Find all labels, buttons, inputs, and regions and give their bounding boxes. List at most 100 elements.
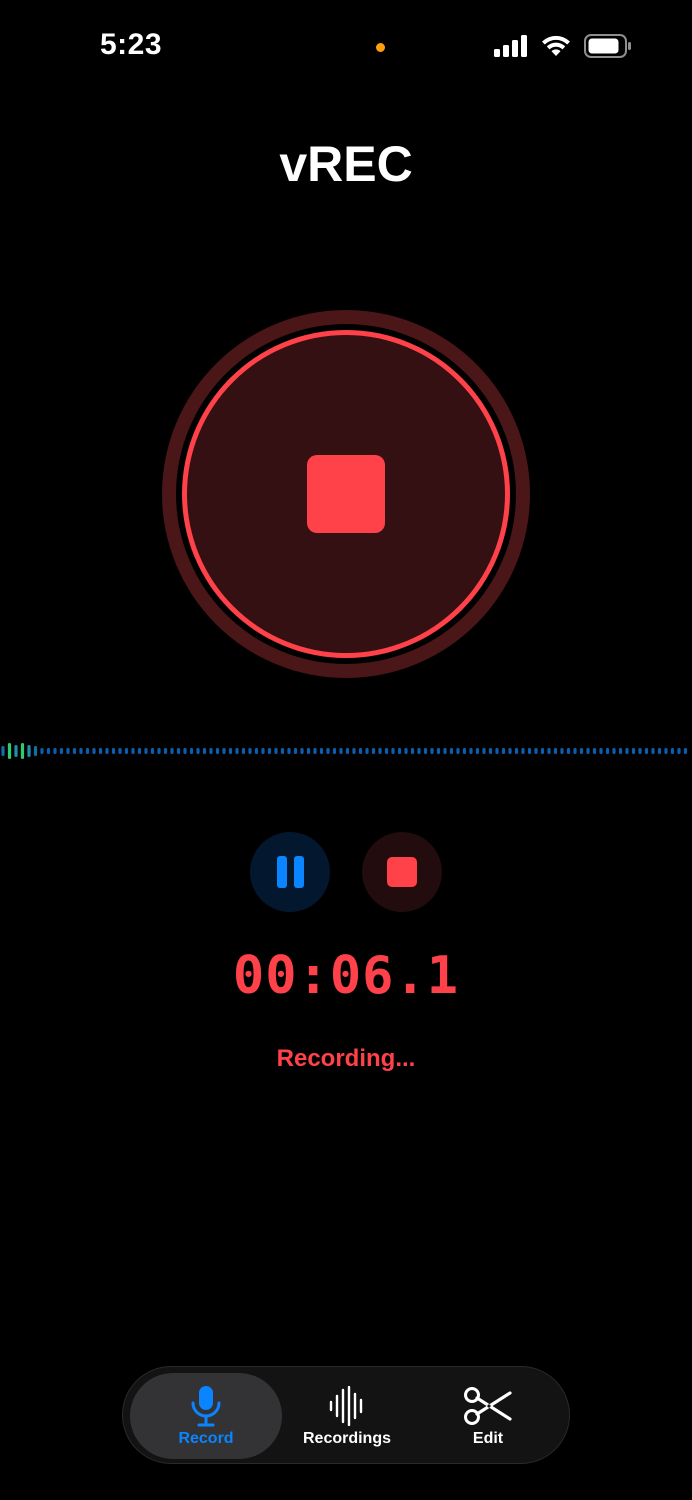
waveform-bar	[66, 748, 70, 754]
waveform-bar	[20, 743, 25, 759]
waveform-bar	[183, 748, 187, 754]
status-icons	[494, 34, 632, 63]
waveform-bar	[436, 748, 441, 754]
waveform-bar	[501, 748, 506, 754]
waveform-bar	[612, 748, 616, 754]
waveform-bar	[553, 748, 558, 754]
elapsed-timer: 00:06.1	[232, 946, 460, 1006]
waveform-bar	[280, 748, 285, 754]
waveform-bar	[209, 748, 213, 754]
waveform-bar	[508, 748, 512, 754]
tab-recordings[interactable]: Recordings	[271, 1373, 423, 1459]
waveform-bar	[462, 748, 467, 754]
stop-button[interactable]	[362, 832, 442, 912]
waveform-bar	[456, 748, 460, 754]
waveform-bar	[443, 748, 447, 754]
status-bar: 5:23	[0, 0, 692, 95]
recording-status-text: Recording...	[276, 1045, 416, 1072]
waveform-bar	[53, 748, 57, 754]
waveform-bar	[482, 748, 486, 754]
tab-record[interactable]: Record	[130, 1373, 282, 1459]
waveform-bar	[631, 748, 636, 754]
waveform-bar	[514, 748, 519, 754]
waveform-bar	[300, 748, 304, 754]
record-button-gap	[176, 324, 516, 664]
waveform-bar	[664, 748, 668, 754]
waveform-bar	[527, 748, 532, 754]
cellular-signal-icon	[494, 35, 528, 62]
waveform-bar	[40, 748, 44, 754]
waveform-bar	[391, 748, 395, 754]
waveform-bar	[111, 748, 116, 754]
waveform-bar	[644, 748, 649, 754]
tab-label-record: Record	[178, 1430, 234, 1447]
waveform-bar	[248, 748, 252, 754]
waveform-bar	[365, 748, 369, 754]
waveform-bar	[144, 748, 148, 754]
waveform-bar	[85, 748, 90, 754]
record-button-ring	[182, 330, 510, 658]
waveform-bar	[566, 748, 571, 754]
waveform-bar	[410, 748, 415, 754]
waveform-bar	[105, 748, 109, 754]
waveform-bar	[449, 748, 454, 754]
waveform-bar	[14, 745, 18, 757]
waveform-bar	[475, 748, 480, 754]
waveform-bar	[59, 748, 64, 754]
waveform-bar	[339, 748, 343, 754]
waveform-bar	[404, 748, 408, 754]
pause-button[interactable]	[250, 832, 330, 912]
waveform-bar	[313, 748, 317, 754]
waveform-bar	[137, 748, 142, 754]
waveform-bar	[33, 746, 38, 756]
waveform-bar	[79, 748, 83, 754]
waveform-bar	[358, 748, 363, 754]
waveform-bar	[371, 748, 376, 754]
waveform-bar	[423, 748, 428, 754]
waveform-bar	[98, 748, 103, 754]
tab-edit[interactable]: Edit	[412, 1373, 564, 1459]
waveform-icon	[328, 1384, 366, 1428]
waveform-bar	[599, 748, 603, 754]
waveform-bar	[469, 748, 473, 754]
waveform-bar	[495, 748, 499, 754]
waveform-bar	[378, 748, 382, 754]
waveform-bar	[124, 748, 129, 754]
waveform-bar	[157, 748, 161, 754]
waveform-bar	[540, 748, 545, 754]
audio-waveform	[1, 743, 688, 759]
waveform-bar	[222, 748, 226, 754]
waveform-bar	[326, 748, 330, 754]
record-stop-button[interactable]	[162, 310, 530, 678]
tab-label-edit: Edit	[472, 1430, 504, 1447]
waveform-bar	[267, 748, 272, 754]
waveform-bar	[176, 748, 181, 754]
tab-label-recordings: Recordings	[302, 1430, 391, 1447]
wifi-icon	[540, 34, 572, 63]
waveform-bar	[202, 748, 207, 754]
privacy-indicator-dot	[376, 43, 385, 52]
waveform-bar	[683, 748, 688, 754]
waveform-bar	[72, 748, 77, 754]
waveform-bar	[163, 748, 168, 754]
tab-bar: Record Recordings Edit	[122, 1366, 570, 1464]
stop-icon	[387, 857, 417, 887]
waveform-bar	[430, 748, 434, 754]
waveform-bar	[547, 748, 551, 754]
waveform-bar	[150, 748, 155, 754]
waveform-bar	[579, 748, 584, 754]
pause-icon	[276, 856, 304, 888]
waveform-bar	[397, 748, 402, 754]
waveform-bar	[261, 748, 265, 754]
waveform-bar	[196, 748, 200, 754]
waveform-bar	[618, 748, 623, 754]
waveform-bar	[293, 748, 298, 754]
waveform-bar	[638, 748, 642, 754]
waveform-bar	[215, 748, 220, 754]
waveform-bar	[189, 748, 194, 754]
status-time: 5:23	[100, 28, 163, 61]
waveform-bar	[241, 748, 246, 754]
waveform-bar	[131, 748, 135, 754]
microphone-icon	[189, 1384, 223, 1428]
waveform-bar	[560, 748, 564, 754]
